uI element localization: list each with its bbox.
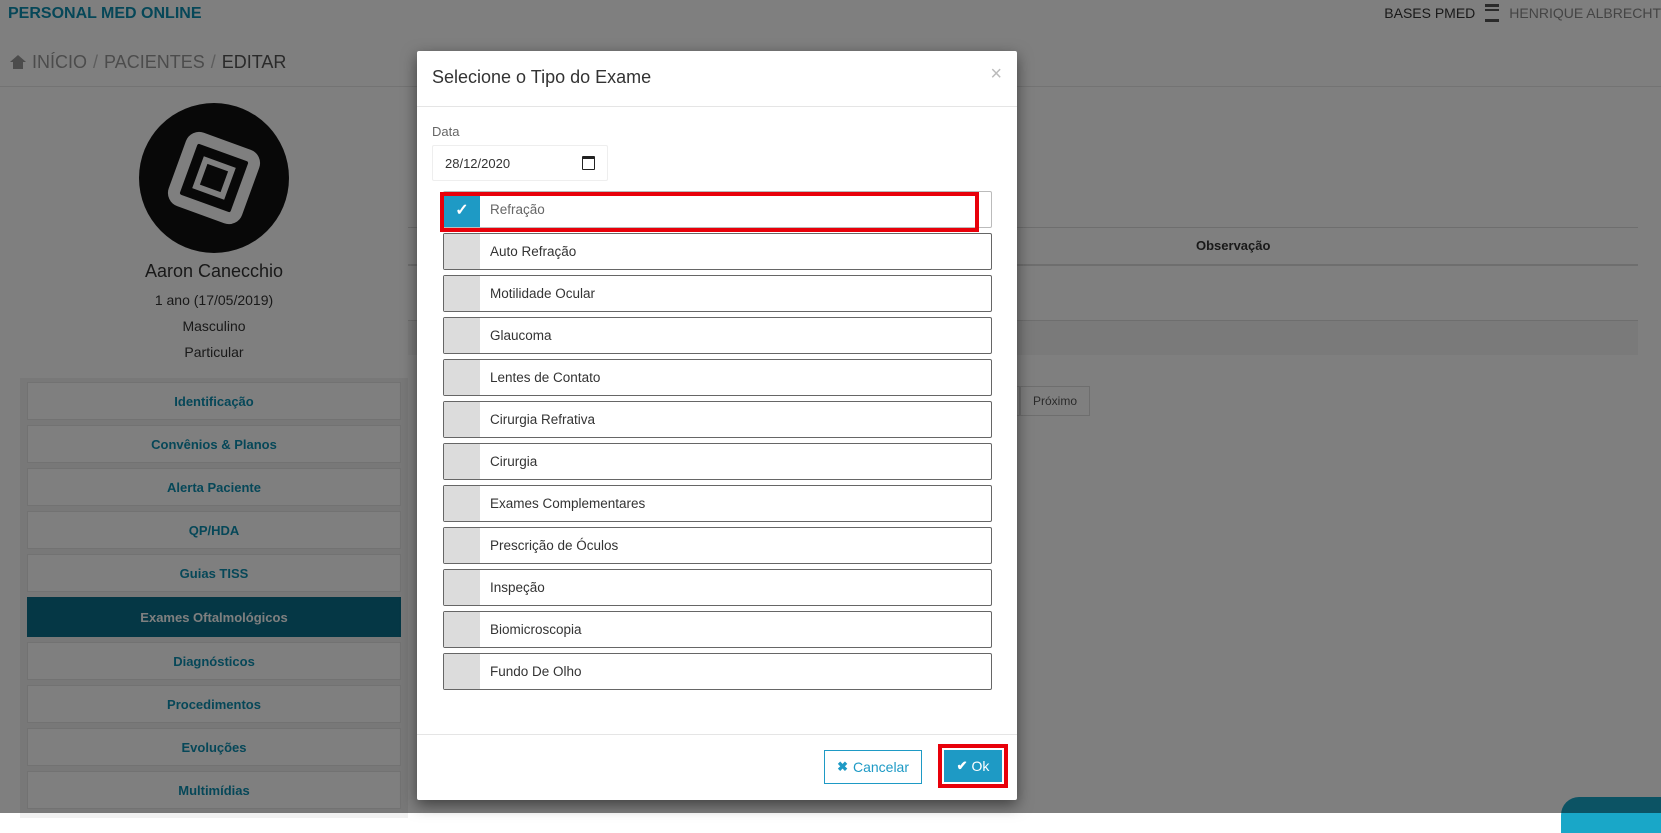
exam-type-option[interactable]: Fundo De Olho — [443, 653, 992, 690]
modal-body: Data 28/12/2020 ✓ Refração Auto Refração Mo… — [417, 107, 1017, 710]
exam-type-option[interactable]: Motilidade Ocular — [443, 275, 992, 312]
checkbox-checked-icon[interactable]: ✓ — [444, 192, 480, 227]
exam-type-option[interactable]: Cirurgia Refrativa — [443, 401, 992, 438]
checkbox-icon[interactable] — [444, 654, 480, 689]
checkbox-icon[interactable] — [444, 402, 480, 437]
exam-type-option[interactable]: Biomicroscopia — [443, 611, 992, 648]
exam-type-label: Auto Refração — [490, 244, 577, 259]
checkbox-icon[interactable] — [444, 318, 480, 353]
exam-type-option[interactable]: Inspeção — [443, 569, 992, 606]
close-icon[interactable]: × — [990, 63, 1002, 86]
exam-type-option[interactable]: ✓ Refração — [443, 191, 992, 228]
exam-type-option[interactable]: Lentes de Contato — [443, 359, 992, 396]
highlight-box: ✔ Ok — [938, 744, 1008, 788]
date-input[interactable]: 28/12/2020 — [432, 145, 608, 181]
exam-type-list: ✓ Refração Auto Refração Motilidade Ocular G… — [443, 191, 992, 690]
exam-type-label: Exames Complementares — [490, 496, 646, 511]
ok-button[interactable]: ✔ Ok — [944, 750, 1002, 782]
checkbox-icon[interactable] — [444, 486, 480, 521]
exam-type-option[interactable]: Cirurgia — [443, 443, 992, 480]
date-label: Data — [432, 124, 460, 139]
exam-type-label: Cirurgia Refrativa — [490, 412, 596, 427]
cancel-label: Cancelar — [852, 759, 909, 775]
checkbox-icon[interactable] — [444, 612, 480, 647]
exam-type-label: Fundo De Olho — [490, 664, 582, 679]
close-icon: ✖ — [837, 759, 848, 774]
exam-type-label: Prescrição de Óculos — [490, 538, 619, 553]
modal-header: Selecione o Tipo do Exame × — [417, 51, 1017, 107]
exam-type-label: Lentes de Contato — [490, 370, 601, 385]
exam-type-option[interactable]: Prescrição de Óculos — [443, 527, 992, 564]
checkbox-icon[interactable] — [444, 528, 480, 563]
exam-type-label: Refração — [490, 202, 545, 217]
checkbox-icon[interactable] — [444, 360, 480, 395]
exam-type-label: Cirurgia — [490, 454, 538, 469]
cancel-button[interactable]: ✖ Cancelar — [824, 750, 922, 784]
check-icon: ✔ — [956, 758, 968, 773]
checkbox-icon[interactable] — [444, 276, 480, 311]
checkbox-icon[interactable] — [444, 570, 480, 605]
exam-type-label: Motilidade Ocular — [490, 286, 596, 301]
calendar-icon[interactable] — [582, 156, 595, 170]
exam-type-option[interactable]: Glaucoma — [443, 317, 992, 354]
exam-type-label: Inspeção — [490, 580, 545, 595]
date-value: 28/12/2020 — [445, 155, 511, 171]
exam-type-option[interactable]: Exames Complementares — [443, 485, 992, 522]
exam-type-label: Biomicroscopia — [490, 622, 582, 637]
modal-footer: ✖ Cancelar ✔ Ok — [417, 734, 1017, 800]
checkbox-icon[interactable] — [444, 444, 480, 479]
ok-label: Ok — [971, 758, 990, 774]
exam-type-modal: Selecione o Tipo do Exame × Data 28/12/2… — [417, 51, 1017, 800]
exam-type-label: Glaucoma — [490, 328, 552, 343]
modal-title: Selecione o Tipo do Exame — [432, 67, 652, 87]
checkbox-icon[interactable] — [444, 234, 480, 269]
exam-type-option[interactable]: Auto Refração — [443, 233, 992, 270]
